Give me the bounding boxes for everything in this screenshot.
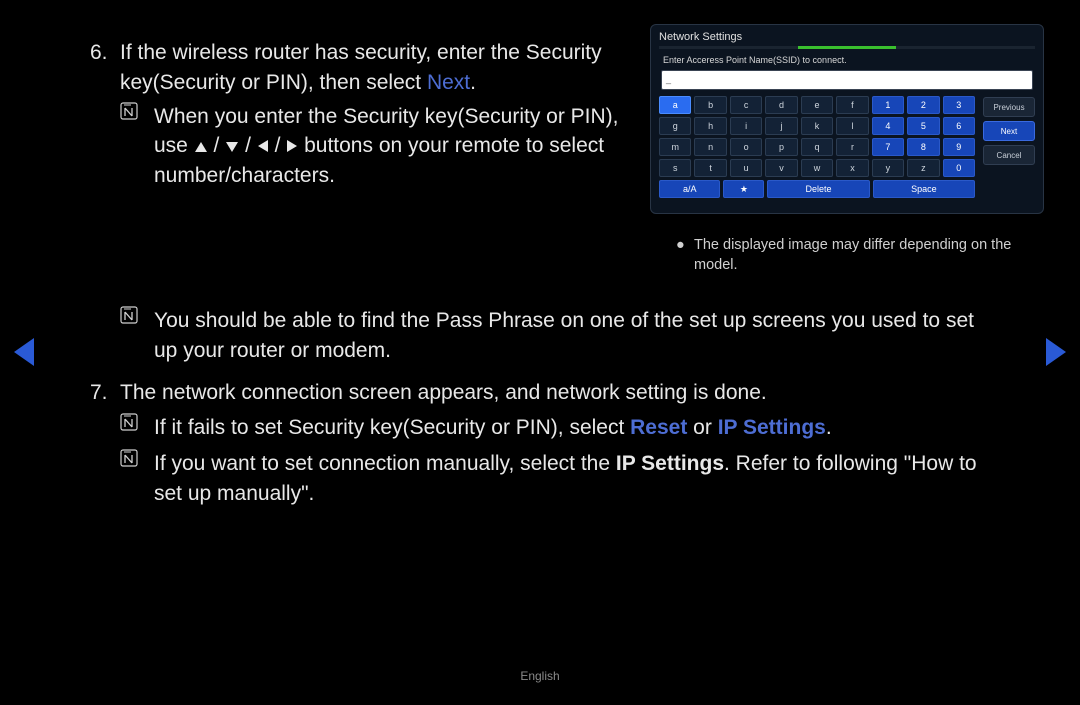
reset-link: Reset bbox=[630, 416, 687, 439]
key-t[interactable]: t bbox=[694, 159, 726, 177]
key-m[interactable]: m bbox=[659, 138, 691, 156]
right-arrow-icon bbox=[286, 139, 298, 153]
onscreen-keyboard[interactable]: abcdef123 ghijkl456 mnopqr789 stuvwxyz0 bbox=[659, 96, 975, 177]
note-icon bbox=[120, 306, 154, 366]
key-6[interactable]: 6 bbox=[943, 117, 975, 135]
n1a: If it fails to set Security key(Security… bbox=[154, 416, 630, 439]
language-footer: English bbox=[0, 669, 1080, 683]
key-v[interactable]: v bbox=[765, 159, 797, 177]
page-prev-arrow[interactable] bbox=[14, 338, 34, 366]
step-6-text-a: If the wireless router has security, ent… bbox=[120, 41, 602, 94]
n2a: If you want to set connection manually, … bbox=[154, 452, 616, 475]
step-7-note-1: If it fails to set Security key(Security… bbox=[154, 413, 832, 443]
network-settings-panel: Network Settings Enter Acceress Point Na… bbox=[650, 24, 1044, 214]
slash-3: / bbox=[275, 134, 287, 157]
up-arrow-icon bbox=[194, 141, 208, 153]
key-delete[interactable]: Delete bbox=[767, 180, 869, 198]
key-q[interactable]: q bbox=[801, 138, 833, 156]
key-k[interactable]: k bbox=[801, 117, 833, 135]
key-o[interactable]: o bbox=[730, 138, 762, 156]
key-f[interactable]: f bbox=[836, 96, 868, 114]
panel-title: Network Settings bbox=[659, 31, 1035, 43]
key-y[interactable]: y bbox=[872, 159, 904, 177]
key-1[interactable]: 1 bbox=[872, 96, 904, 114]
key-z[interactable]: z bbox=[907, 159, 939, 177]
key-n[interactable]: n bbox=[694, 138, 726, 156]
progress-bar bbox=[659, 46, 1035, 49]
key-5[interactable]: 5 bbox=[907, 117, 939, 135]
next-link: Next bbox=[427, 71, 470, 94]
key-l[interactable]: l bbox=[836, 117, 868, 135]
slash-2: / bbox=[245, 134, 257, 157]
step-6-period: . bbox=[470, 71, 476, 94]
key-space[interactable]: Space bbox=[873, 180, 975, 198]
step-6-text: If the wireless router has security, ent… bbox=[120, 38, 630, 98]
step-7-note-2: If you want to set connection manually, … bbox=[154, 449, 990, 509]
key-g[interactable]: g bbox=[659, 117, 691, 135]
key-j[interactable]: j bbox=[765, 117, 797, 135]
note-icon bbox=[120, 449, 154, 509]
step-7-number: 7. bbox=[90, 378, 120, 408]
next-button[interactable]: Next bbox=[983, 121, 1035, 141]
key-0[interactable]: 0 bbox=[943, 159, 975, 177]
key-b[interactable]: b bbox=[694, 96, 726, 114]
key-9[interactable]: 9 bbox=[943, 138, 975, 156]
or: or bbox=[687, 416, 717, 439]
key-7[interactable]: 7 bbox=[872, 138, 904, 156]
ip-settings-link: IP Settings bbox=[718, 416, 826, 439]
key-case-toggle[interactable]: a/A bbox=[659, 180, 720, 198]
key-a[interactable]: a bbox=[659, 96, 691, 114]
n1b: . bbox=[826, 416, 832, 439]
note-icon bbox=[120, 413, 154, 443]
key-d[interactable]: d bbox=[765, 96, 797, 114]
down-arrow-icon bbox=[225, 141, 239, 153]
page-next-arrow[interactable] bbox=[1046, 338, 1066, 366]
cancel-button[interactable]: Cancel bbox=[983, 145, 1035, 165]
key-s[interactable]: s bbox=[659, 159, 691, 177]
key-h[interactable]: h bbox=[694, 117, 726, 135]
bullet-icon: ● bbox=[676, 236, 694, 275]
key-r[interactable]: r bbox=[836, 138, 868, 156]
key-star[interactable]: ★ bbox=[723, 180, 764, 198]
previous-button[interactable]: Previous bbox=[983, 97, 1035, 117]
key-p[interactable]: p bbox=[765, 138, 797, 156]
note-icon bbox=[120, 102, 154, 191]
ip-settings-bold: IP Settings bbox=[616, 452, 724, 475]
key-w[interactable]: w bbox=[801, 159, 833, 177]
step-6-number: 6. bbox=[90, 38, 120, 98]
slash-1: / bbox=[214, 134, 226, 157]
step-6-note-1: When you enter the Security key(Security… bbox=[154, 102, 630, 191]
key-2[interactable]: 2 bbox=[907, 96, 939, 114]
caption-text: The displayed image may differ depending… bbox=[694, 236, 1046, 275]
key-3[interactable]: 3 bbox=[943, 96, 975, 114]
key-8[interactable]: 8 bbox=[907, 138, 939, 156]
panel-prompt: Enter Acceress Point Name(SSID) to conne… bbox=[663, 55, 1033, 65]
key-x[interactable]: x bbox=[836, 159, 868, 177]
key-4[interactable]: 4 bbox=[872, 117, 904, 135]
key-u[interactable]: u bbox=[730, 159, 762, 177]
key-c[interactable]: c bbox=[730, 96, 762, 114]
step-6-note-2: You should be able to find the Pass Phra… bbox=[154, 306, 990, 366]
step-7-text: The network connection screen appears, a… bbox=[120, 378, 767, 408]
ssid-input[interactable]: _ bbox=[661, 70, 1033, 90]
left-arrow-icon bbox=[257, 139, 269, 153]
key-e[interactable]: e bbox=[801, 96, 833, 114]
key-i[interactable]: i bbox=[730, 117, 762, 135]
